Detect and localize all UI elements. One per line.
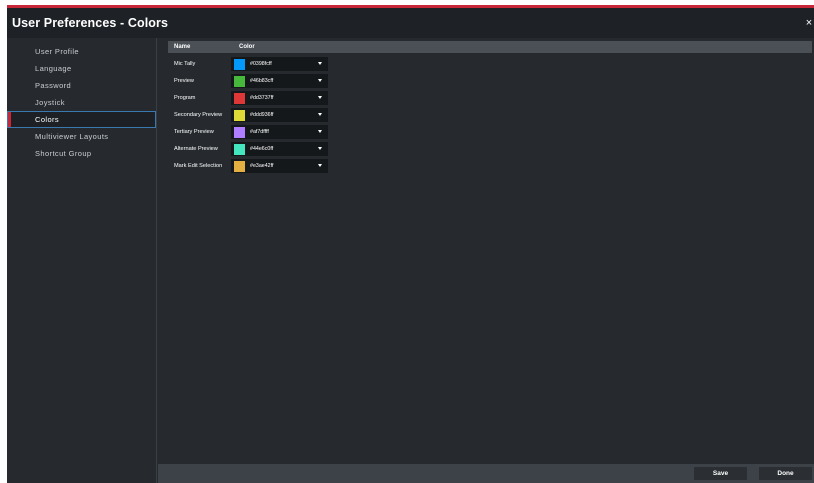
table-row: Secondary Preview #ddd936ff <box>168 107 338 123</box>
color-dropdown[interactable]: #44e6c0ff <box>231 142 328 156</box>
color-swatch <box>234 143 245 155</box>
sidebar: User Profile Language Password Joystick … <box>7 38 157 483</box>
color-value: #dd3737ff <box>250 95 274 101</box>
close-icon[interactable]: × <box>804 17 814 29</box>
colors-panel: Name Color Mic Tally #0398fcff Preview #… <box>158 38 814 483</box>
chevron-down-icon <box>318 79 322 82</box>
column-header-name: Name <box>174 44 191 50</box>
table-row: Preview #46b83cff <box>168 73 338 89</box>
sidebar-item-colors[interactable]: Colors <box>7 111 156 128</box>
chevron-down-icon <box>318 96 322 99</box>
column-header-color: Color <box>239 44 255 50</box>
row-name: Program <box>174 95 196 101</box>
table-row: Tertiary Preview #af7dffff <box>168 124 338 140</box>
chevron-down-icon <box>318 62 322 65</box>
title-bar: User Preferences - Colors × <box>7 8 814 38</box>
sidebar-item-password[interactable]: Password <box>7 77 156 94</box>
preferences-window: User Preferences - Colors × User Profile… <box>7 5 814 483</box>
color-value: #0398fcff <box>250 61 272 67</box>
window-title: User Preferences - Colors <box>12 16 169 30</box>
row-name: Mark Edit Selection <box>174 163 223 169</box>
row-name: Tertiary Preview <box>174 129 214 135</box>
sidebar-item-multiviewer-layouts[interactable]: Multiviewer Layouts <box>7 128 156 145</box>
color-value: #e3ae42ff <box>250 163 274 169</box>
color-dropdown[interactable]: #af7dffff <box>231 125 328 139</box>
color-dropdown[interactable]: #0398fcff <box>231 57 328 71</box>
color-dropdown[interactable]: #dd3737ff <box>231 91 328 105</box>
color-dropdown[interactable]: #46b83cff <box>231 74 328 88</box>
sidebar-item-joystick[interactable]: Joystick <box>7 94 156 111</box>
footer-bar: Save Done <box>158 464 814 483</box>
chevron-down-icon <box>318 113 322 116</box>
color-value: #44e6c0ff <box>250 146 274 152</box>
color-value: #ddd936ff <box>250 112 274 118</box>
color-value: #46b83cff <box>250 78 274 84</box>
row-name: Secondary Preview <box>174 112 223 118</box>
chevron-down-icon <box>318 130 322 133</box>
color-value: #af7dffff <box>250 129 269 135</box>
color-swatch <box>234 160 245 172</box>
table-header: Name Color <box>168 41 812 53</box>
color-dropdown[interactable]: #ddd936ff <box>231 108 328 122</box>
table-row: Program #dd3737ff <box>168 90 338 106</box>
color-rows: Mic Tally #0398fcff Preview #46b83cff Pr… <box>168 56 338 175</box>
color-swatch <box>234 58 245 70</box>
row-name: Mic Tally <box>174 61 196 67</box>
color-swatch <box>234 126 245 138</box>
color-swatch <box>234 92 245 104</box>
chevron-down-icon <box>318 147 322 150</box>
table-row: Alternate Preview #44e6c0ff <box>168 141 338 157</box>
color-dropdown[interactable]: #e3ae42ff <box>231 159 328 173</box>
sidebar-item-shortcut-group[interactable]: Shortcut Group <box>7 145 156 162</box>
save-button[interactable]: Save <box>694 467 747 480</box>
sidebar-item-language[interactable]: Language <box>7 60 156 77</box>
table-row: Mic Tally #0398fcff <box>168 56 338 72</box>
sidebar-item-user-profile[interactable]: User Profile <box>7 43 156 60</box>
color-swatch <box>234 75 245 87</box>
row-name: Alternate Preview <box>174 146 218 152</box>
done-button[interactable]: Done <box>759 467 812 480</box>
row-name: Preview <box>174 78 194 84</box>
chevron-down-icon <box>318 164 322 167</box>
table-row: Mark Edit Selection #e3ae42ff <box>168 158 338 174</box>
color-swatch <box>234 109 245 121</box>
